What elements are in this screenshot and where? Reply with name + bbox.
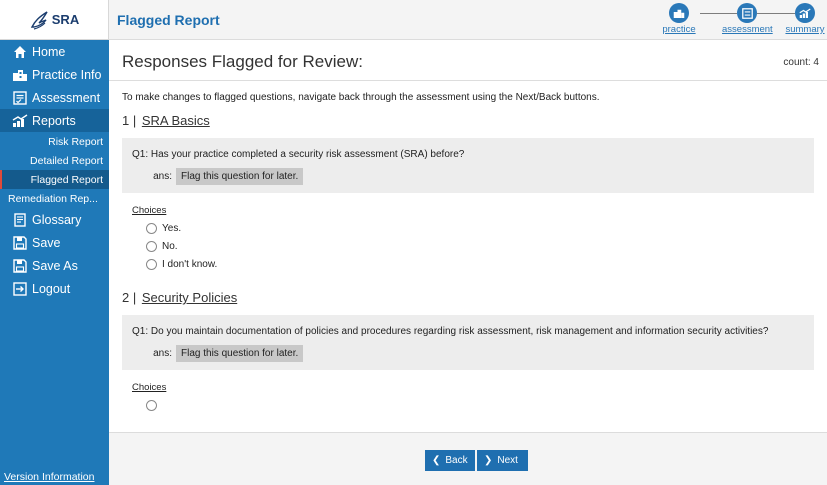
chevron-left-icon: ❮ [432, 455, 441, 466]
sidebar-item-label: Assessment [32, 90, 101, 105]
step-assessment[interactable]: assessment [722, 3, 773, 35]
reports-submenu: Risk Report Detailed Report Flagged Repo… [0, 132, 109, 208]
chart-icon [795, 3, 815, 23]
choice-label: No. [162, 240, 178, 252]
main-content[interactable]: Responses Flagged for Review: count: 4 T… [109, 41, 827, 432]
sra-logo: SRA [29, 9, 79, 31]
footer: ❮ Back ❯ Next [109, 432, 827, 485]
sidebar-item-label: Logout [32, 281, 71, 296]
choices-heading: Choices [132, 205, 167, 216]
radio-button [146, 240, 157, 252]
sidebar-item-reports[interactable]: Reports [0, 109, 109, 132]
radio-button [146, 399, 157, 411]
sidebar-subitem-risk-report[interactable]: Risk Report [0, 132, 109, 151]
save-icon [12, 235, 28, 251]
header: Flagged Report practice assessment summa… [109, 0, 827, 40]
section-number: 2 | [122, 290, 137, 305]
section-heading: 1 | SRA Basics [122, 113, 827, 128]
question-box: Q1: Do you maintain documentation of pol… [122, 315, 814, 370]
instruction-text: To make changes to flagged questions, na… [122, 92, 600, 103]
flagged-section: 1 | SRA Basics Q1: Has your practice com… [122, 113, 827, 270]
question-text: Q1: Do you maintain documentation of pol… [132, 326, 769, 337]
book-icon [12, 212, 28, 228]
sidebar-item-glossary[interactable]: Glossary [0, 208, 109, 231]
flagged-count: count: 4 [783, 57, 819, 68]
question-text: Q1: Has your practice completed a securi… [132, 149, 465, 160]
chevron-right-icon: ❯ [484, 455, 493, 466]
sidebar-subitem-remediation-report[interactable]: Remediation Rep... [0, 189, 109, 208]
section-link-security-policies[interactable]: Security Policies [142, 290, 237, 305]
checklist-icon [12, 90, 28, 106]
step-label: summary [785, 24, 825, 35]
sidebar-item-logout[interactable]: Logout [0, 277, 109, 300]
sidebar: SRA Home Practice Info Assessment Report… [0, 0, 109, 485]
sidebar-item-label: Home [32, 44, 66, 59]
hhs-eagle-icon [30, 10, 48, 30]
building-icon [669, 3, 689, 23]
radio-button [146, 222, 157, 234]
sidebar-nav-bottom: Glossary Save Save As Logout [0, 208, 109, 300]
sidebar-item-practice-info[interactable]: Practice Info [0, 63, 109, 86]
sidebar-item-save-as[interactable]: Save As [0, 254, 109, 277]
answer-label: ans: [153, 171, 172, 182]
choices-heading: Choices [132, 382, 167, 393]
progress-steps: practice assessment summary [657, 3, 827, 39]
radio-button [146, 258, 157, 270]
next-button-label: Next [497, 455, 518, 466]
logo-box: SRA [0, 0, 109, 40]
answer-value: Flag this question for later. [176, 345, 304, 362]
step-label: assessment [722, 24, 773, 35]
choice-option: No. [146, 240, 827, 252]
sidebar-item-label: Glossary [32, 212, 82, 227]
chart-icon [12, 113, 28, 129]
section-heading: 2 | Security Policies [122, 290, 827, 305]
answer-row: ans: Flag this question for later. [132, 168, 804, 185]
choice-label: Yes. [162, 222, 182, 234]
logout-icon [12, 281, 28, 297]
sidebar-item-save[interactable]: Save [0, 231, 109, 254]
answer-row: ans: Flag this question for later. [132, 345, 804, 362]
sidebar-item-label: Save [32, 235, 61, 250]
sidebar-subitem-detailed-report[interactable]: Detailed Report [0, 151, 109, 170]
question-box: Q1: Has your practice completed a securi… [122, 138, 814, 193]
choice-option: I don't know. [146, 258, 827, 270]
choice-option: Yes. [146, 222, 827, 234]
sidebar-subitem-flagged-report[interactable]: Flagged Report [0, 170, 109, 189]
building-icon [12, 67, 28, 83]
step-practice[interactable]: practice [654, 3, 704, 35]
checklist-icon [737, 3, 757, 23]
version-information-link[interactable]: Version Information [4, 471, 94, 483]
back-button[interactable]: ❮ Back [425, 450, 475, 471]
next-button[interactable]: ❯ Next [477, 450, 528, 471]
sidebar-item-assessment[interactable]: Assessment [0, 86, 109, 109]
sidebar-nav: Home Practice Info Assessment Reports [0, 40, 109, 132]
sidebar-item-label: Save As [32, 258, 78, 273]
flagged-section: 2 | Security Policies Q1: Do you maintai… [122, 290, 827, 411]
save-as-icon [12, 258, 28, 274]
sidebar-item-label: Practice Info [32, 67, 102, 82]
step-label: practice [662, 24, 696, 35]
answer-value: Flag this question for later. [176, 168, 304, 185]
logo-text: SRA [51, 12, 80, 27]
sidebar-item-home[interactable]: Home [0, 40, 109, 63]
section-link-sra-basics[interactable]: SRA Basics [142, 113, 210, 128]
page-title: Responses Flagged for Review: [122, 52, 363, 71]
step-summary[interactable]: summary [780, 3, 827, 35]
sidebar-item-label: Reports [32, 113, 76, 128]
page-header-title: Flagged Report [117, 12, 220, 28]
answer-label: ans: [153, 348, 172, 359]
back-button-label: Back [445, 455, 468, 466]
section-number: 1 | [122, 113, 137, 128]
choice-option [146, 399, 827, 411]
choice-label: I don't know. [162, 258, 218, 270]
home-icon [12, 44, 28, 60]
title-row: Responses Flagged for Review: count: 4 [109, 41, 827, 81]
